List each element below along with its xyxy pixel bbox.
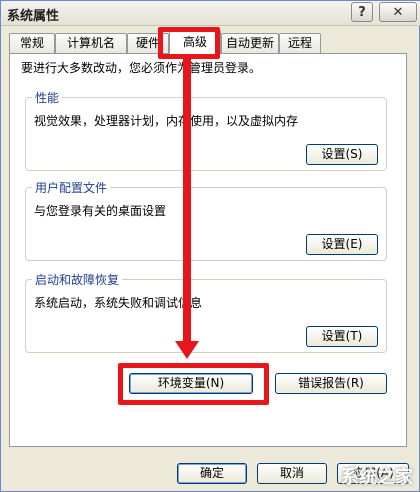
performance-description: 视觉效果，处理器计划，内存使用，以及虚拟内存 (34, 114, 299, 128)
tab-advanced[interactable]: 高级 (169, 30, 221, 54)
startup-recovery-settings-button[interactable]: 设置(T) (306, 326, 378, 347)
system-properties-window: 系统属性 ? ✕ 常规 计算机名 硬件 高级 自动更新 远程 要进行大多数改动，… (0, 0, 420, 492)
close-button[interactable]: ✕ (379, 2, 417, 22)
title-bar[interactable]: 系统属性 ? ✕ (1, 1, 420, 26)
ok-button[interactable]: 确定 (177, 463, 247, 484)
tab-automatic-updates[interactable]: 自动更新 (221, 33, 279, 53)
user-profiles-settings-button[interactable]: 设置(E) (306, 234, 378, 255)
tab-remote[interactable]: 远程 (279, 33, 321, 53)
admin-notice: 要进行大多数改动，您必须作为管理员登录。 (21, 61, 262, 75)
tab-general[interactable]: 常规 (9, 33, 55, 53)
startup-recovery-group-title: 启动和故障恢复 (32, 271, 123, 288)
tab-strip: 常规 计算机名 硬件 高级 自动更新 远程 (9, 30, 409, 54)
startup-recovery-description: 系统启动，系统失败和调试信息 (34, 296, 203, 310)
user-profiles-group: 用户配置文件 与您登录有关的桌面设置 设置(E) (25, 179, 387, 261)
help-icon: ? (358, 4, 366, 20)
performance-group-title: 性能 (32, 89, 63, 106)
tab-computer-name[interactable]: 计算机名 (55, 33, 127, 53)
startup-recovery-group: 启动和故障恢复 系统启动，系统失败和调试信息 设置(T) (25, 271, 387, 353)
error-reporting-button[interactable]: 错误报告(R) (275, 373, 387, 394)
performance-group: 性能 视觉效果，处理器计划，内存使用，以及虚拟内存 设置(S) (25, 89, 387, 171)
watermark-logo: 系统之家 (341, 467, 413, 488)
cancel-button[interactable]: 取消 (257, 463, 327, 484)
help-button[interactable]: ? (351, 2, 373, 22)
window-title: 系统属性 (7, 9, 60, 24)
annotation-arrow-line (183, 55, 191, 345)
close-icon: ✕ (392, 4, 404, 20)
user-profiles-description: 与您登录有关的桌面设置 (34, 204, 167, 218)
annotation-arrow-head (175, 341, 199, 359)
environment-variables-button[interactable]: 环境变量(N) (129, 373, 253, 394)
user-profiles-group-title: 用户配置文件 (32, 179, 111, 196)
performance-settings-button[interactable]: 设置(S) (306, 144, 378, 165)
tab-hardware[interactable]: 硬件 (127, 33, 169, 53)
